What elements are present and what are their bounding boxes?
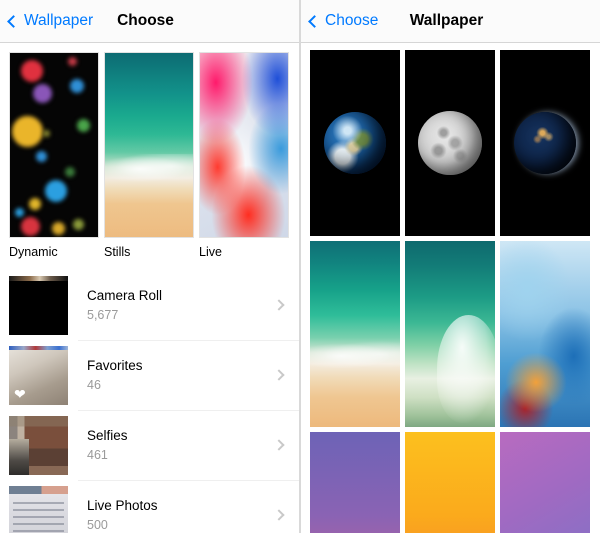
- wallpaper-picker-screen: Choose Wallpaper: [301, 0, 600, 533]
- earth-daytime-wallpaper[interactable]: [310, 50, 400, 236]
- list-item[interactable]: Camera Roll 5,677: [0, 270, 299, 340]
- dynamic-wallpaper-preview[interactable]: [9, 52, 99, 238]
- album-count: 461: [87, 447, 108, 462]
- wallpaper-category-row: Dynamic Stills Live: [0, 43, 299, 260]
- chevron-right-icon: [273, 509, 285, 521]
- album-count: 46: [87, 377, 101, 392]
- album-count: 5,677: [87, 307, 119, 322]
- category-stills[interactable]: Stills: [104, 52, 194, 260]
- album-name: Selfies: [87, 427, 128, 443]
- choose-wallpaper-screen: Wallpaper Choose Dynamic Stills Live Cam…: [0, 0, 299, 533]
- left-navigation-bar: Wallpaper Choose: [0, 0, 299, 43]
- back-button-label: Choose: [325, 12, 379, 29]
- category-live[interactable]: Live: [199, 52, 289, 260]
- stills-wallpaper-preview[interactable]: [104, 52, 194, 238]
- earth-globe-icon: [324, 112, 386, 174]
- album-text: Selfies 461: [87, 427, 275, 464]
- category-dynamic[interactable]: Dynamic: [9, 52, 99, 260]
- album-name: Live Photos: [87, 497, 158, 513]
- beach-aerial-wallpaper[interactable]: [310, 241, 400, 427]
- earth-night-globe-icon: [514, 112, 576, 174]
- blue-orange-abstract-wallpaper[interactable]: [500, 241, 590, 427]
- album-count: 500: [87, 517, 108, 532]
- album-thumbnail: ❤: [9, 345, 68, 405]
- back-button-wallpaper[interactable]: Wallpaper: [7, 12, 94, 30]
- heart-icon: ❤: [14, 385, 26, 402]
- moon-globe-icon: [418, 111, 482, 175]
- category-label: Dynamic: [9, 245, 58, 259]
- album-name: Favorites: [87, 357, 143, 373]
- right-navigation-bar: Choose Wallpaper: [301, 0, 600, 43]
- chevron-left-icon: [308, 14, 321, 28]
- album-text: Camera Roll 5,677: [87, 287, 275, 324]
- list-item[interactable]: ❤ Favorites 46: [0, 340, 299, 410]
- chevron-right-icon: [273, 299, 285, 311]
- album-list: Camera Roll 5,677 ❤ Favorites 46 Selfies…: [0, 270, 299, 533]
- purple-flower-wallpaper[interactable]: [310, 432, 400, 533]
- category-label: Live: [199, 245, 222, 259]
- moon-wallpaper[interactable]: [405, 50, 495, 236]
- chevron-right-icon: [273, 439, 285, 451]
- back-button-choose[interactable]: Choose: [308, 12, 379, 30]
- album-thumbnail: [9, 275, 68, 335]
- back-button-label: Wallpaper: [24, 12, 94, 29]
- chevron-right-icon: [273, 369, 285, 381]
- album-text: Favorites 46: [87, 357, 275, 394]
- live-wallpaper-preview[interactable]: [199, 52, 289, 238]
- dual-screenshot-container: Wallpaper Choose Dynamic Stills Live Cam…: [0, 0, 600, 533]
- ocean-wave-wallpaper[interactable]: [405, 241, 495, 427]
- list-item[interactable]: Selfies 461: [0, 410, 299, 480]
- list-item[interactable]: Live Photos 500: [0, 480, 299, 533]
- pink-flower-wallpaper[interactable]: [500, 432, 590, 533]
- album-thumbnail: [9, 485, 68, 533]
- chevron-left-icon: [7, 14, 20, 28]
- album-thumbnail: [9, 415, 68, 475]
- earth-nighttime-wallpaper[interactable]: [500, 50, 590, 236]
- album-name: Camera Roll: [87, 287, 163, 303]
- category-label: Stills: [104, 245, 131, 259]
- orange-flower-wallpaper[interactable]: [405, 432, 495, 533]
- album-text: Live Photos 500: [87, 497, 275, 533]
- wallpaper-grid: [301, 43, 600, 533]
